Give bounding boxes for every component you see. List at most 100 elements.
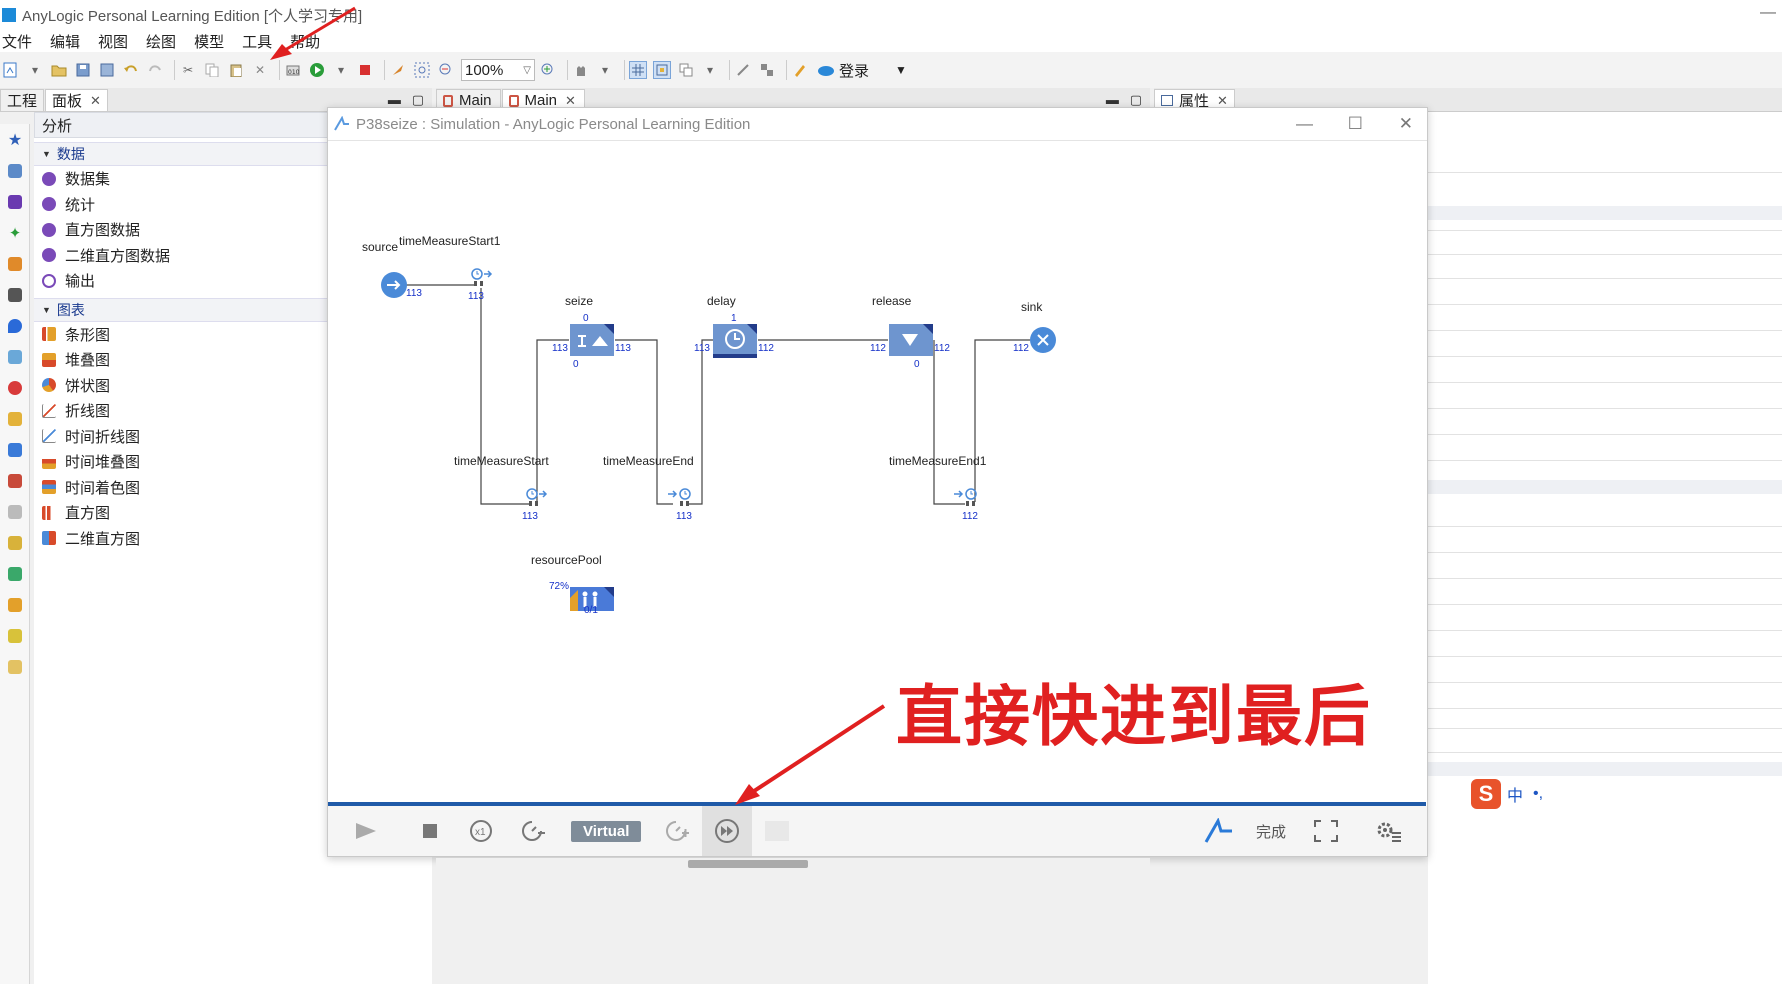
fast-forward-to-end-button[interactable] <box>702 806 752 856</box>
pan-hand-icon[interactable] <box>572 61 590 79</box>
road-traffic-icon[interactable] <box>0 279 30 310</box>
close-icon[interactable]: ✕ <box>1399 114 1413 134</box>
grid-toggle-icon[interactable] <box>629 61 647 79</box>
undo-icon[interactable] <box>122 61 140 79</box>
connectivity-icon[interactable] <box>0 558 30 589</box>
snap-grid-icon[interactable] <box>653 61 671 79</box>
agent-type-icon <box>508 94 519 107</box>
maximize-icon[interactable]: ☐ <box>1348 114 1363 134</box>
time-measure-start-label: timeMeasureStart <box>454 454 549 468</box>
dataset-icon <box>42 171 56 186</box>
speed-x1-button[interactable]: x1 <box>469 814 493 848</box>
fullscreen-button[interactable] <box>1313 814 1339 848</box>
settings-gear-icon[interactable] <box>1374 814 1402 848</box>
run-icon[interactable] <box>308 61 326 79</box>
pictures-icon[interactable] <box>0 589 30 620</box>
zoom-select[interactable]: 100% ▽ <box>461 59 535 81</box>
layers-icon[interactable] <box>677 61 695 79</box>
menu-edit[interactable]: 编辑 <box>50 31 80 52</box>
connector-tms-seize <box>536 339 569 502</box>
presentation-icon[interactable] <box>0 403 30 434</box>
dropdown-arrow-icon[interactable]: ▾ <box>596 61 614 79</box>
play-button[interactable] <box>354 814 378 848</box>
space-markup-icon[interactable] <box>0 527 30 558</box>
speed-up-button[interactable] <box>664 814 690 848</box>
connector-seize-tme <box>615 339 673 505</box>
pedestrian-icon[interactable]: ✦ <box>0 217 30 248</box>
build-icon[interactable]: 010 <box>284 61 302 79</box>
tab-palette[interactable]: 面板 ✕ <box>45 89 108 111</box>
open-folder-icon[interactable] <box>50 61 68 79</box>
connector-icon[interactable] <box>734 61 752 79</box>
analysis-icon[interactable] <box>0 186 30 217</box>
chevron-down-icon[interactable]: ▼ <box>895 63 907 77</box>
3d-objects-icon[interactable] <box>0 620 30 651</box>
cloud-icon <box>818 66 834 76</box>
rail-icon[interactable] <box>0 248 30 279</box>
ide-title-bar: AnyLogic Personal Learning Edition [个人学习… <box>0 0 1782 30</box>
divider <box>1428 630 1782 631</box>
redo-icon[interactable] <box>146 61 164 79</box>
run-dropdown-icon[interactable]: ▾ <box>332 61 350 79</box>
sink-label: sink <box>1021 300 1043 314</box>
dropdown-arrow-icon[interactable]: ▾ <box>701 61 719 79</box>
zoom-out-icon[interactable] <box>437 61 455 79</box>
minimize-maximize-icon[interactable]: ▬ ▢ <box>1106 92 1142 108</box>
highlight-icon[interactable] <box>791 61 809 79</box>
fluid-icon[interactable] <box>0 310 30 341</box>
menu-tools[interactable]: 工具 <box>242 31 272 52</box>
main-toolbar: ▾ ✂ ✕ 010 ▾ 100% ▽ ▾ ▾ 登录 ▼ <box>0 52 1782 88</box>
rocket-icon[interactable] <box>389 61 407 79</box>
minimize-icon[interactable]: — <box>1296 114 1313 134</box>
minimize-window-icon[interactable]: — <box>1760 4 1776 22</box>
close-icon[interactable]: ✕ <box>90 93 101 109</box>
favorites-star-icon[interactable]: ★ <box>0 124 30 155</box>
save-all-icon[interactable] <box>98 61 116 79</box>
tab-project[interactable]: 工程 <box>0 89 45 111</box>
process-library-icon[interactable] <box>0 155 30 186</box>
paste-icon[interactable] <box>227 61 245 79</box>
menu-view[interactable]: 视图 <box>98 31 128 52</box>
save-icon[interactable] <box>74 61 92 79</box>
seize-bottom-count: 0 <box>573 359 579 370</box>
divider <box>1428 356 1782 357</box>
virtual-mode-toggle[interactable]: Virtual <box>571 814 642 848</box>
minimize-maximize-icon[interactable]: ▬ ▢ <box>388 92 424 108</box>
ime-indicator[interactable]: S 中 •, <box>1467 777 1548 811</box>
new-model-icon[interactable] <box>2 61 20 79</box>
zoom-fit-icon[interactable] <box>413 61 431 79</box>
scrollbar-thumb[interactable] <box>688 860 808 868</box>
palette-item-label: 数据集 <box>65 171 111 189</box>
svg-text:010: 010 <box>288 69 300 76</box>
seize-out-count: 113 <box>615 343 631 354</box>
toolbar-divider <box>279 60 280 80</box>
slow-down-button[interactable] <box>520 814 546 848</box>
menu-help[interactable]: 帮助 <box>290 31 320 52</box>
controls-icon[interactable] <box>0 496 30 527</box>
dropdown-arrow-icon[interactable]: ▾ <box>26 61 44 79</box>
charts-icon[interactable] <box>0 465 30 496</box>
cut-icon[interactable]: ✂ <box>179 61 197 79</box>
agent-icon[interactable] <box>0 372 30 403</box>
histogram-icon <box>42 505 56 520</box>
stop-button[interactable] <box>422 814 438 848</box>
menu-file[interactable]: 文件 <box>2 31 32 52</box>
stop-icon[interactable] <box>356 61 374 79</box>
menu-model[interactable]: 模型 <box>194 31 224 52</box>
login-button[interactable]: 登录 ▼ <box>817 60 907 81</box>
horizontal-scrollbar[interactable] <box>436 858 1150 868</box>
folder-icon[interactable] <box>0 651 30 682</box>
palette-item-label: 直方图 <box>65 505 111 523</box>
align-icon[interactable] <box>758 61 776 79</box>
time-measure-end-count: 113 <box>676 511 692 522</box>
zoom-in-icon[interactable] <box>539 61 557 79</box>
delete-icon[interactable]: ✕ <box>251 61 269 79</box>
copy-icon[interactable] <box>203 61 221 79</box>
statechart-icon[interactable] <box>0 434 30 465</box>
material-handling-icon[interactable] <box>0 341 30 372</box>
step-button[interactable] <box>764 814 790 848</box>
menu-draw[interactable]: 绘图 <box>146 31 176 52</box>
anylogic-logo-button[interactable] <box>1204 814 1234 848</box>
palette-item-label: 饼状图 <box>65 377 111 395</box>
2d-histogram-data-icon <box>42 248 56 263</box>
